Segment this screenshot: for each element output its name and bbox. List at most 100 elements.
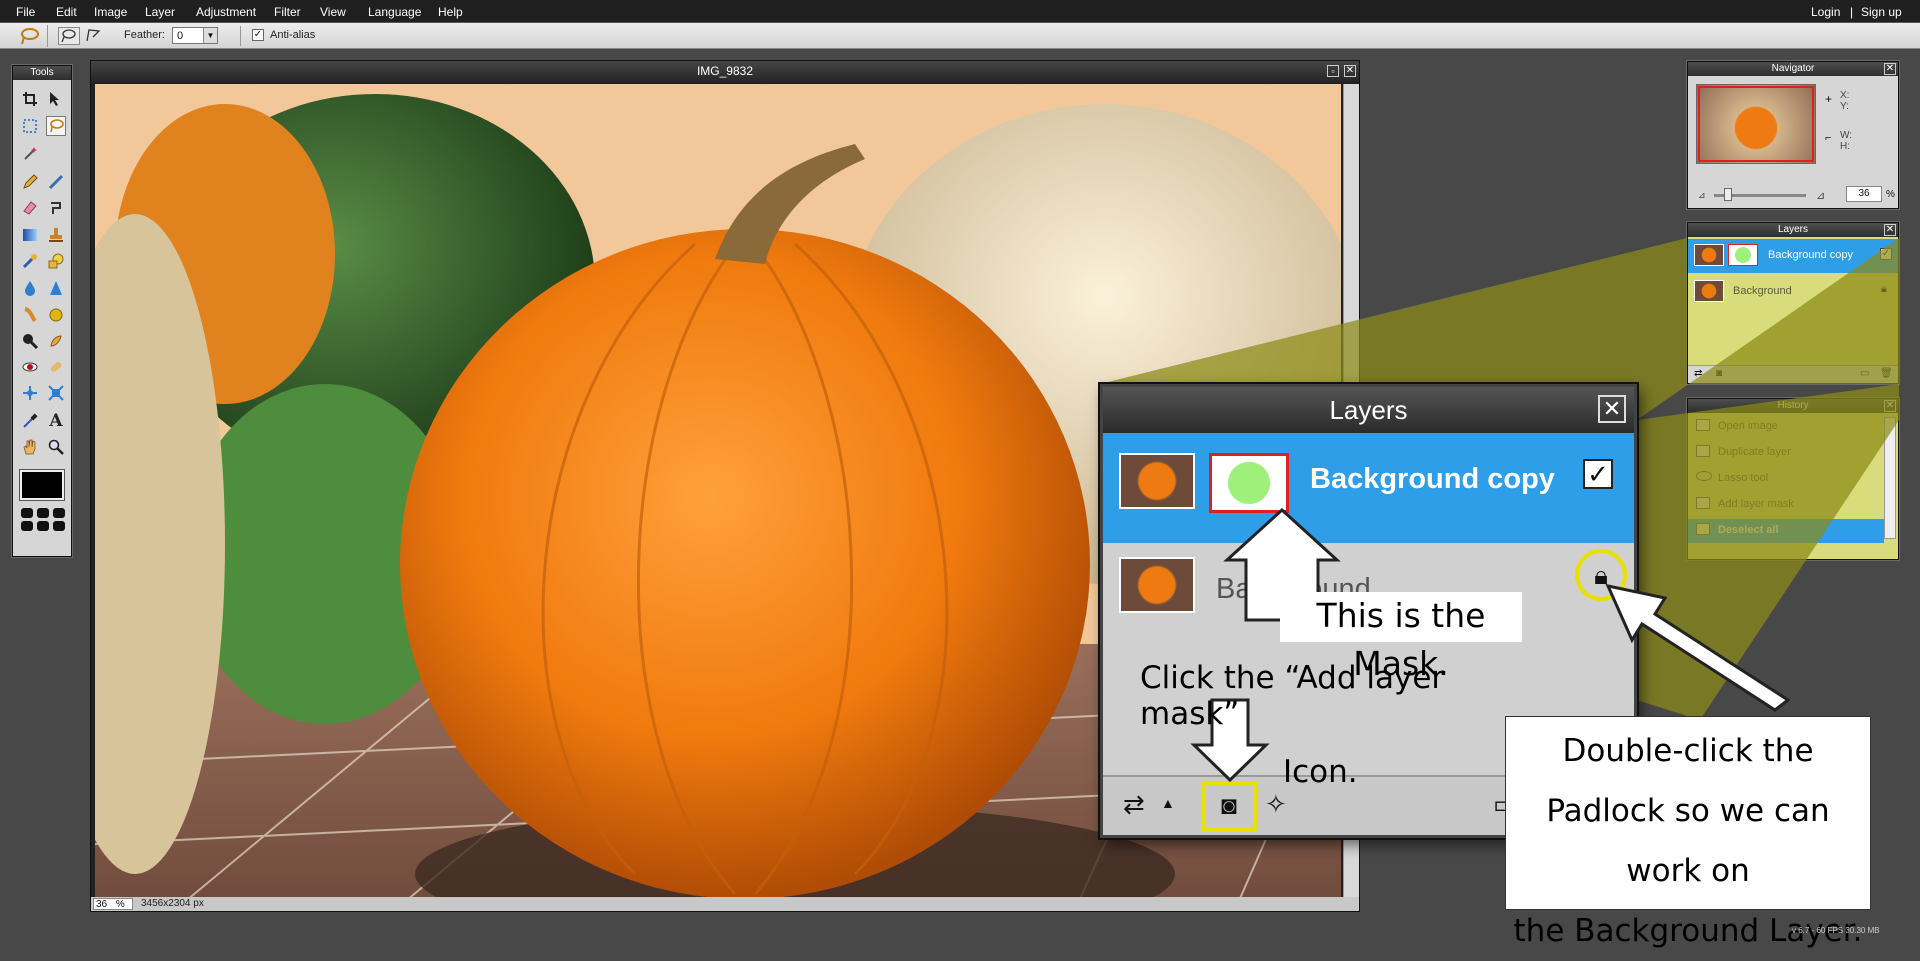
- menu-filter[interactable]: Filter: [274, 5, 301, 19]
- red-eye-tool[interactable]: [21, 358, 39, 376]
- navigator-view-rect[interactable]: [1698, 86, 1814, 162]
- color-presets[interactable]: [21, 508, 65, 538]
- layer-mask-thumbnail[interactable]: [1728, 244, 1758, 266]
- options-bar: Feather: 0 ▼ ✓ Anti-alias: [0, 23, 1920, 49]
- history-item[interactable]: Add layer mask: [1688, 493, 1884, 517]
- color-replace-tool[interactable]: [21, 252, 39, 270]
- padlock-callout: Double-click the Padlock so we can work …: [1505, 716, 1871, 949]
- bloat-tool[interactable]: [21, 384, 39, 402]
- move-tool[interactable]: [47, 90, 65, 108]
- feather-dropdown-icon[interactable]: ▼: [203, 28, 217, 43]
- lasso-mode-button[interactable]: [58, 27, 80, 45]
- marquee-tool[interactable]: [21, 117, 39, 135]
- navigator-panel: Navigator ✕ + X: Y: ⌐ W: H: ⊿ ⊿ 36 %: [1687, 61, 1899, 209]
- layer-styles-icon[interactable]: ✧: [1265, 789, 1287, 820]
- sharpen-tool[interactable]: [47, 279, 65, 297]
- menu-language[interactable]: Language: [368, 5, 421, 19]
- history-item[interactable]: Lasso tool: [1688, 467, 1884, 491]
- navigator-thumbnail[interactable]: [1696, 84, 1816, 164]
- layers-close-button[interactable]: ✕: [1884, 224, 1896, 236]
- hand-tool[interactable]: [21, 438, 39, 456]
- tools-panel: Tools A: [12, 65, 72, 557]
- replace-color-tool[interactable]: [47, 199, 65, 217]
- bandage-icon: [50, 362, 62, 372]
- antialias-checkbox[interactable]: ✓: [252, 29, 264, 41]
- type-tool[interactable]: A: [47, 411, 65, 431]
- blur-tool[interactable]: [21, 279, 39, 297]
- history-item-selected[interactable]: Deselect all: [1688, 519, 1884, 543]
- layer-visibility-checkbox[interactable]: ✓: [1880, 248, 1892, 260]
- history-title: History: [1688, 399, 1898, 413]
- feather-input[interactable]: 0 ▼: [172, 27, 218, 44]
- eraser-tool[interactable]: [21, 199, 39, 217]
- layer-settings-icon[interactable]: ⇄: [1694, 368, 1702, 379]
- zoomed-close-button[interactable]: ✕: [1598, 395, 1626, 423]
- zoom-input[interactable]: 36 %: [93, 898, 133, 910]
- move-up-icon[interactable]: ▲: [1161, 795, 1175, 811]
- history-item[interactable]: Duplicate layer: [1688, 441, 1884, 465]
- padlock-icon[interactable]: 🔒︎: [1881, 283, 1887, 296]
- pinch-tool[interactable]: [47, 384, 65, 402]
- menu-help[interactable]: Help: [438, 5, 463, 19]
- zoom-icon: [48, 439, 64, 455]
- polygon-lasso-button[interactable]: [84, 27, 106, 45]
- feather-value: 0: [177, 30, 184, 42]
- sponge-tool[interactable]: [47, 306, 65, 324]
- layer-row-background-copy[interactable]: Background copy ✓: [1688, 239, 1898, 273]
- history-step-icon: [1696, 497, 1710, 509]
- burn-tool[interactable]: [47, 332, 65, 350]
- zoom-in-icon[interactable]: ⊿: [1816, 189, 1825, 202]
- history-step-icon: [1696, 523, 1710, 535]
- add-mask-callout-line1: Click the “Add layer mask”: [1140, 660, 1445, 732]
- dodge-tool[interactable]: [21, 332, 39, 350]
- bloat-icon: [23, 386, 37, 400]
- layer-row-background[interactable]: Background 🔒︎: [1688, 275, 1898, 309]
- lasso-tool-indicator[interactable]: [8, 25, 48, 47]
- foreground-color-swatch[interactable]: [20, 470, 64, 500]
- history-item[interactable]: Open image: [1688, 415, 1884, 439]
- navigator-zoom-slider[interactable]: [1714, 188, 1806, 201]
- navigator-zoom-input[interactable]: 36: [1846, 186, 1882, 202]
- layers-panel: Layers ✕ Background copy ✓ Background 🔒︎…: [1687, 222, 1899, 384]
- antialias-label: Anti-alias: [270, 29, 316, 41]
- slider-handle[interactable]: [1724, 188, 1732, 201]
- menu-view[interactable]: View: [320, 5, 346, 19]
- crop-tool[interactable]: [21, 90, 39, 108]
- brush-tool[interactable]: [47, 173, 65, 191]
- zoomed-layer-row-selected[interactable]: Background copy ✓: [1103, 433, 1634, 543]
- gradient-tool[interactable]: [21, 226, 39, 244]
- menu-adjustment[interactable]: Adjustment: [196, 5, 256, 19]
- shape-tool[interactable]: [47, 252, 65, 270]
- pencil-tool[interactable]: [21, 173, 39, 191]
- delete-layer-icon[interactable]: 🗑︎: [1880, 368, 1893, 379]
- menu-file[interactable]: File: [16, 5, 35, 19]
- menu-layer[interactable]: Layer: [145, 5, 175, 19]
- new-layer-icon[interactable]: ▭: [1860, 368, 1869, 379]
- signup-link[interactable]: Sign up: [1861, 5, 1902, 19]
- zoom-tool[interactable]: [47, 438, 65, 456]
- maximize-button[interactable]: ▫: [1327, 65, 1339, 77]
- version-info: v 6.7 - 60 FPS 30.30 MB: [1792, 926, 1880, 935]
- history-panel: History ✕ Open image Duplicate layer Las…: [1687, 398, 1899, 560]
- menu-image[interactable]: Image: [94, 5, 127, 19]
- history-scrollbar[interactable]: [1884, 417, 1896, 539]
- eye-icon: [22, 362, 38, 372]
- spot-heal-tool[interactable]: [47, 358, 65, 376]
- add-layer-mask-small-icon[interactable]: ◙: [1716, 368, 1722, 379]
- layer-mask-thumbnail[interactable]: [1209, 453, 1289, 513]
- zoomed-padlock-icon[interactable]: 🔒︎: [1575, 549, 1627, 601]
- navigator-h-label: H:: [1840, 141, 1850, 152]
- layer-settings-icon[interactable]: ⇄: [1123, 789, 1145, 820]
- clone-stamp-tool[interactable]: [47, 226, 65, 244]
- color-picker-tool[interactable]: [21, 412, 39, 430]
- history-close-button[interactable]: ✕: [1884, 400, 1896, 412]
- smudge-tool[interactable]: [21, 306, 39, 324]
- menu-edit[interactable]: Edit: [56, 5, 77, 19]
- navigator-close-button[interactable]: ✕: [1884, 63, 1896, 75]
- close-button[interactable]: ✕: [1344, 65, 1356, 77]
- lasso-tool[interactable]: [46, 116, 66, 136]
- magic-wand-tool[interactable]: [21, 144, 39, 162]
- zoomed-visibility-checkbox[interactable]: ✓: [1583, 459, 1613, 489]
- login-link[interactable]: Login: [1811, 5, 1840, 19]
- zoom-out-icon[interactable]: ⊿: [1698, 190, 1706, 201]
